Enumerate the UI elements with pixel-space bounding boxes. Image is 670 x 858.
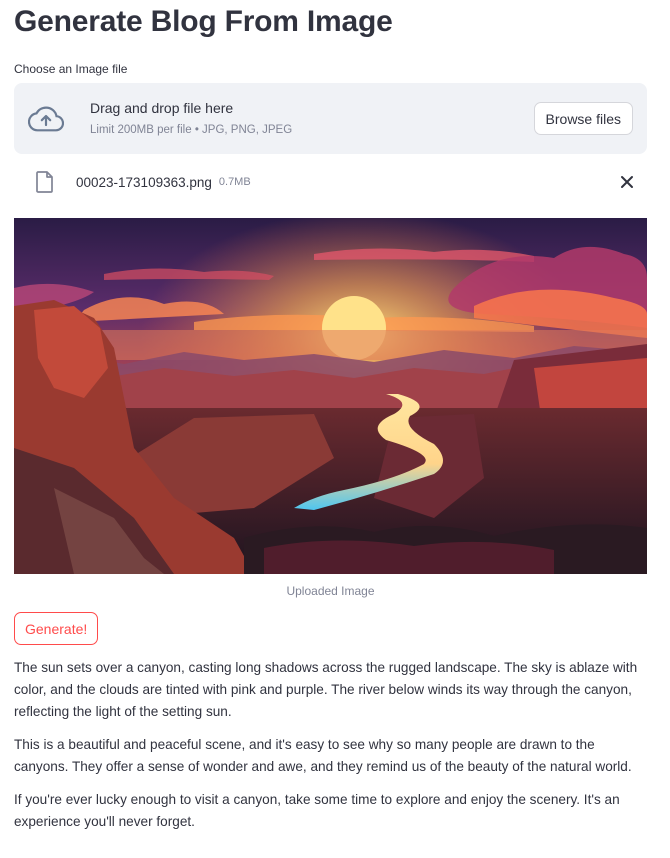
close-icon[interactable] — [617, 172, 637, 192]
app-page: Generate Blog From Image Choose an Image… — [0, 0, 670, 858]
dropzone-limit: Limit 200MB per file • JPG, PNG, JPEG — [90, 124, 293, 136]
browse-files-button[interactable]: Browse files — [533, 102, 633, 135]
file-size: 0.7MB — [218, 176, 251, 188]
dropzone-instruction: Drag and drop file here — [90, 100, 234, 116]
blog-paragraph: This is a beautiful and peaceful scene, … — [14, 737, 632, 774]
generate-button[interactable]: Generate! — [14, 612, 99, 645]
file-icon — [36, 171, 54, 193]
blog-paragraph: The sun sets over a canyon, casting long… — [14, 660, 638, 719]
file-name: 00023-173109363.png — [76, 174, 212, 190]
cloud-upload-icon — [28, 101, 64, 137]
blog-paragraph: If you're ever lucky enough to visit a c… — [14, 792, 620, 829]
file-dropzone[interactable]: Drag and drop file here Limit 200MB per … — [14, 83, 647, 154]
uploaded-file-row: 00023-173109363.png 0.7MB — [14, 154, 647, 210]
image-caption: Uploaded Image — [286, 584, 375, 598]
blog-output: The sun sets over a canyon, casting long… — [14, 657, 647, 833]
page-title: Generate Blog From Image — [14, 5, 393, 38]
dropzone-text: Drag and drop file here Limit 200MB per … — [90, 99, 292, 138]
uploaded-image — [14, 218, 647, 574]
uploader-label: Choose an Image file — [14, 62, 128, 76]
